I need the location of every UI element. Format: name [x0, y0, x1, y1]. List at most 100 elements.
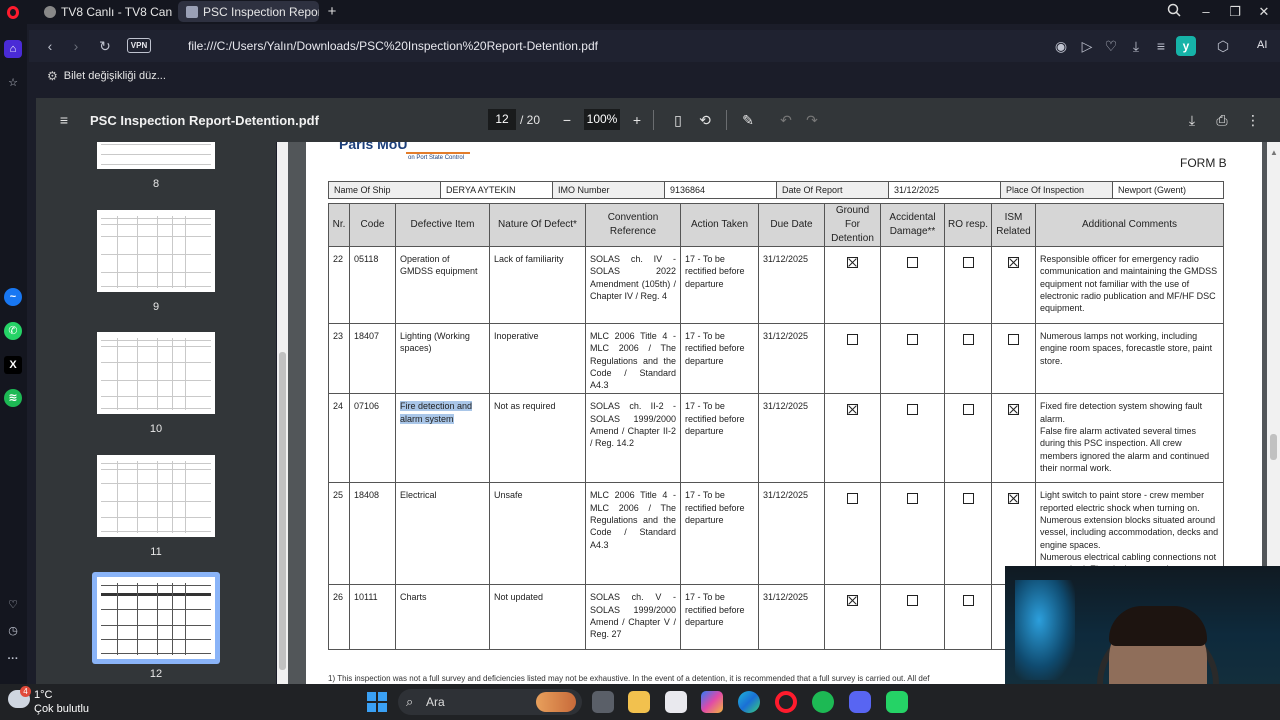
tab-psc-report[interactable]: PSC Inspection Report-De: [178, 1, 319, 22]
star-icon[interactable]: ☆: [4, 74, 22, 92]
aria-ai-button[interactable]: AI: [1257, 39, 1267, 51]
thumbnail-page-12[interactable]: [97, 577, 215, 659]
reload-icon[interactable]: ↻: [96, 37, 114, 55]
cell-nr: 22: [328, 246, 350, 324]
thumbnail-page-8[interactable]: [97, 142, 215, 169]
divider: [726, 110, 727, 130]
profile-avatar[interactable]: y: [1176, 36, 1196, 56]
minimize-icon[interactable]: –: [1196, 3, 1216, 21]
weather-widget[interactable]: 1°C Çok bulutlu: [34, 688, 89, 716]
edge-icon[interactable]: [738, 691, 760, 713]
whatsapp-taskbar-icon[interactable]: [886, 691, 908, 713]
file-explorer-icon[interactable]: [628, 691, 650, 713]
thumbnail-number: 8: [152, 178, 160, 190]
zoom-input[interactable]: 100%: [584, 109, 620, 130]
cell-action: 17 - To be rectified before departure: [680, 393, 759, 484]
close-icon[interactable]: ✕: [1254, 3, 1274, 21]
windows-taskbar: 4 1°C Çok bulutlu ⌕ Ara: [0, 684, 1280, 720]
thumbnail-number: 12: [149, 668, 163, 680]
redo-icon[interactable]: ↷: [802, 110, 822, 130]
cell-code: 05118: [349, 246, 396, 324]
cell-code: 10111: [349, 584, 396, 651]
more-options-icon[interactable]: ⋮: [1243, 110, 1263, 130]
draw-icon[interactable]: ✎: [738, 110, 758, 130]
cell-item: Operation of GMDSS equipment: [395, 246, 490, 324]
messenger-icon[interactable]: ~: [4, 288, 22, 306]
sidebar-menu-icon[interactable]: ≡: [54, 110, 74, 130]
imo-value: 9136864: [664, 181, 777, 199]
spotify-taskbar-icon[interactable]: [812, 691, 834, 713]
thumbnail-page-10[interactable]: [97, 332, 215, 414]
zoom-out-icon[interactable]: −: [557, 110, 577, 130]
thumbnail-page-9[interactable]: [97, 210, 215, 292]
fit-page-icon[interactable]: ▯: [668, 110, 688, 130]
task-view-icon[interactable]: [592, 691, 614, 713]
cell-ground: [824, 322, 881, 395]
thumbnail-page-11[interactable]: [97, 455, 215, 537]
menu-icon[interactable]: ≡: [1152, 37, 1170, 55]
divider: [653, 110, 654, 130]
cell-nr: 26: [328, 584, 350, 651]
settings-gear-icon: ⚙: [47, 69, 58, 83]
history-icon[interactable]: ◷: [4, 622, 22, 640]
forward-icon[interactable]: ›: [67, 37, 85, 55]
table-row: 22 05118 Operation of GMDSS equipment Lack …: [328, 246, 1224, 324]
spotify-icon[interactable]: ≋: [4, 389, 22, 407]
cell-action: 17 - To be rectified before departure: [680, 246, 759, 324]
cell-code: 18408: [349, 482, 396, 586]
copilot-icon[interactable]: [701, 691, 723, 713]
cell-comments: Numerous lamps not working, including en…: [1035, 322, 1224, 395]
tab-tv8[interactable]: TV8 Canlı - TV8 Canlı: [36, 1, 172, 22]
cell-accidental: [880, 584, 945, 651]
windows-start-icon[interactable]: [366, 691, 388, 713]
cell-nature: Unsafe: [489, 482, 586, 586]
tab-strip: TV8 Canlı - TV8 Canlı PSC Inspection Rep…: [0, 0, 1280, 24]
discord-icon[interactable]: [849, 691, 871, 713]
tab-search-icon[interactable]: [1164, 3, 1184, 21]
empty-checkbox-icon: [907, 493, 918, 505]
page-number-input[interactable]: 12: [488, 109, 516, 130]
opera-taskbar-icon[interactable]: [775, 691, 797, 713]
whatsapp-icon[interactable]: ✆: [4, 322, 22, 340]
url-field[interactable]: file:///C:/Users/Yalın/Downloads/PSC%20I…: [188, 39, 598, 53]
cell-item: Charts: [395, 584, 490, 651]
x-twitter-icon[interactable]: X: [4, 356, 22, 374]
empty-checkbox-icon: [962, 334, 974, 345]
cell-action: 17 - To be rectified before departure: [680, 584, 759, 651]
download-icon[interactable]: ⤓: [1127, 37, 1145, 55]
home-icon[interactable]: ⌂: [4, 40, 22, 58]
store-icon[interactable]: [665, 691, 687, 713]
zoom-in-icon[interactable]: +: [627, 110, 647, 130]
cell-comments: Responsible officer for emergency radio …: [1035, 246, 1224, 324]
maximize-icon[interactable]: ❐: [1225, 3, 1245, 21]
send-icon[interactable]: ▷: [1078, 37, 1096, 55]
rotate-icon[interactable]: ⟲: [695, 110, 715, 130]
cell-accidental: [880, 246, 945, 324]
cell-nr: 23: [328, 322, 350, 395]
selected-text[interactable]: Fire detection and alarm system: [400, 401, 473, 424]
heart-icon[interactable]: ♡: [1102, 37, 1120, 55]
checked-box-icon: [847, 595, 858, 607]
webcam-light: [1015, 580, 1075, 680]
heart-icon[interactable]: ♡: [4, 596, 22, 614]
empty-checkbox-icon: [907, 257, 918, 268]
camera-icon[interactable]: ◉: [1052, 37, 1070, 55]
back-icon[interactable]: ‹: [41, 37, 59, 55]
opera-logo-icon[interactable]: [7, 6, 19, 19]
more-icon[interactable]: ···: [4, 650, 22, 668]
vpn-badge[interactable]: VPN: [127, 38, 151, 53]
print-icon[interactable]: ⎙: [1212, 110, 1232, 130]
download-icon[interactable]: ⤓: [1182, 110, 1202, 130]
thumbnail-scrollbar[interactable]: [277, 142, 288, 684]
extension-cube-icon[interactable]: ⬡: [1214, 37, 1232, 55]
bookmark-item[interactable]: ⚙ Bilet değişikliği düz...: [47, 69, 166, 83]
cell-conv: SOLAS ch. IV - SOLAS 2022 Amendment (105…: [585, 246, 681, 324]
cell-comments: Fixed fire detection system showing faul…: [1035, 393, 1224, 484]
cell-ro: [944, 584, 992, 651]
search-placeholder: Ara: [426, 695, 445, 709]
webcam-hair: [1109, 606, 1207, 646]
taskbar-search[interactable]: ⌕ Ara: [398, 689, 582, 715]
undo-icon[interactable]: ↶: [776, 110, 796, 130]
new-tab-button[interactable]: +: [322, 3, 342, 21]
place-value: Newport (Gwent): [1112, 181, 1224, 199]
